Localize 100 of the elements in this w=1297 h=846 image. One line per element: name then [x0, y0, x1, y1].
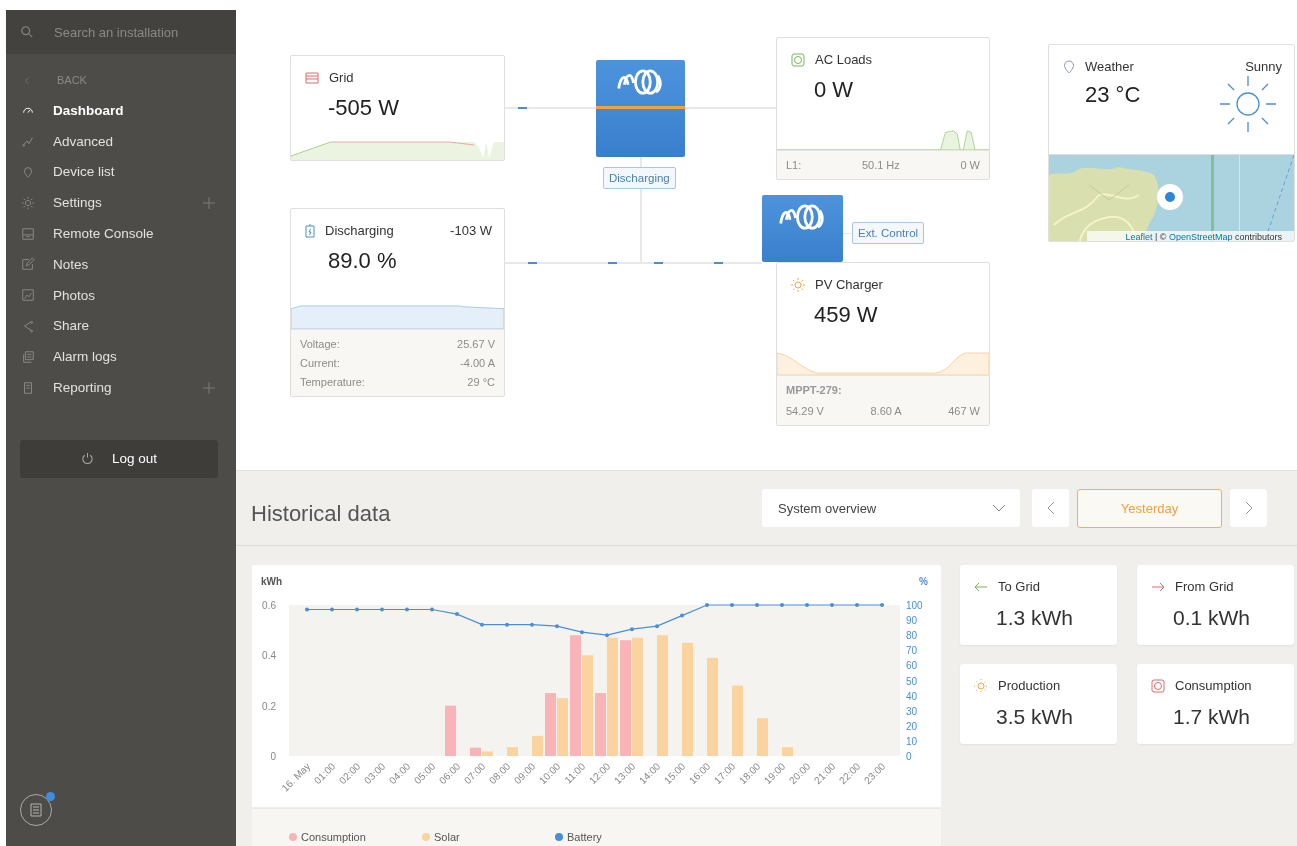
data-point [405, 607, 409, 612]
data-point [580, 630, 584, 635]
data-point [555, 624, 559, 629]
link[interactable]: OpenStreetMap [1168, 232, 1233, 241]
nav-item[interactable]: Reporting [6, 372, 236, 403]
power-value: -505 W [327, 94, 400, 121]
sun-icon [791, 277, 805, 292]
data-point [805, 603, 809, 607]
tick-label: 80 [906, 630, 918, 642]
pv-charger-card[interactable]: PV Charger 459 W MPPT-279: 54.29 V 8.60 A 467 W [776, 262, 990, 426]
power-icon [80, 452, 94, 466]
legend-label[interactable]: Battery [567, 831, 602, 843]
data-point [530, 622, 534, 627]
section-title: Historical data [251, 501, 391, 527]
nav-item[interactable]: Photos [6, 279, 236, 311]
outlet-icon [791, 52, 805, 67]
nav-item[interactable]: Dashboard [6, 95, 236, 126]
status-badge: Discharging [603, 167, 676, 189]
charger-block[interactable] [762, 195, 843, 262]
link[interactable]: Leaflet [1125, 232, 1153, 241]
weather-card[interactable]: Weather Sunny 23 °C Leaflet | © OpenStreetMap contributors [1048, 44, 1295, 242]
data-point [455, 612, 459, 617]
reading-value: 467 W [948, 405, 980, 417]
share-icon [21, 318, 35, 333]
nav-item[interactable]: Advanced [6, 125, 236, 157]
detail-label: Temperature: [300, 376, 365, 388]
chevron-left-icon [24, 75, 30, 85]
nav-item[interactable]: Remote Console [6, 218, 236, 249]
power-value: 0 W [813, 76, 855, 103]
legend-label[interactable]: Consumption [301, 831, 366, 843]
data-point [380, 607, 384, 612]
grid-card[interactable]: Grid -505 W [290, 55, 505, 161]
nav-item[interactable]: Alarm logs [6, 341, 236, 373]
card-title: Weather [1085, 59, 1134, 74]
tick-label: 90 [906, 615, 918, 627]
card-title: To Grid [998, 579, 1040, 594]
search-field[interactable]: Search an installation [6, 10, 236, 54]
tick-label: 0.4 [262, 650, 276, 662]
detail-label: Voltage: [300, 338, 340, 350]
inverter-block[interactable] [596, 60, 685, 157]
sun-icon [1218, 74, 1278, 134]
nav-item[interactable]: Share [6, 310, 236, 342]
tick-label: 0 [906, 751, 912, 762]
nav-item[interactable]: Settings [6, 187, 236, 219]
battery-card[interactable]: Discharging -103 W 89.0 % Voltage: 25.67 V Current: -4.00 A Temperature: 29 °C [290, 208, 505, 397]
charge-value: 89.0 % [327, 247, 398, 274]
plus-icon[interactable] [203, 381, 215, 394]
arrow-left-icon [974, 581, 988, 592]
card-title: From Grid [1175, 579, 1234, 594]
grid-icon [305, 71, 319, 84]
data-point [355, 607, 359, 612]
data-point [855, 603, 859, 607]
pin-icon [1063, 59, 1075, 74]
reading-value: 54.29 V [786, 405, 824, 417]
detail-value: 29 °C [467, 376, 495, 388]
data-point [780, 603, 784, 607]
chevron-right-icon [1244, 501, 1253, 515]
plus-icon[interactable] [203, 196, 215, 209]
nav-item[interactable]: Notes [6, 249, 236, 280]
data-point [680, 613, 684, 618]
battery-icon [305, 223, 315, 238]
document-icon [30, 803, 42, 817]
view-dropdown[interactable]: System overview [762, 489, 1020, 527]
tick-label: 100 [906, 600, 923, 611]
search-input[interactable]: Search an installation [52, 23, 226, 41]
data-point [330, 607, 334, 612]
outlet-icon [1151, 678, 1165, 693]
energy-value: 3.5 kWh [995, 704, 1075, 729]
search-icon [20, 25, 34, 39]
data-point [880, 603, 884, 607]
tick-label: 0.2 [262, 700, 276, 712]
weather-condition: Sunny [1245, 59, 1282, 74]
footer-text: L1: [786, 159, 802, 171]
ac-loads-card[interactable]: AC Loads 0 W L1: 50.1 Hz 0 W [776, 37, 990, 180]
tick-label: 50 [906, 675, 918, 687]
logout-button[interactable]: Log out [20, 439, 218, 478]
tick-label: 60 [906, 660, 918, 672]
temperature-value: 23 °C [1084, 81, 1141, 108]
detail-value: -4.00 A [460, 357, 495, 369]
tick-label: 30 [906, 705, 918, 717]
status-badge: Ext. Control [852, 222, 925, 244]
tick-label: 0 [270, 751, 276, 762]
data-point [730, 603, 734, 607]
card-title: Discharging [325, 223, 394, 238]
tick-label: 16. May [279, 760, 313, 794]
data-point [430, 607, 434, 612]
pin-icon [21, 165, 35, 179]
card-title: Consumption [1175, 678, 1252, 693]
data-point [480, 622, 484, 627]
data-point [755, 603, 759, 607]
legend-label[interactable]: Solar [434, 831, 460, 843]
nav-item[interactable]: Device list [6, 156, 236, 188]
data-point [505, 622, 509, 627]
document-icon [21, 380, 35, 395]
card-title: Production [998, 678, 1061, 693]
tick-label: 20 [906, 720, 918, 732]
energy-value: 1.7 kWh [1172, 704, 1252, 729]
data-point [605, 633, 609, 638]
tick-label: 70 [906, 645, 918, 657]
data-point [655, 624, 659, 629]
